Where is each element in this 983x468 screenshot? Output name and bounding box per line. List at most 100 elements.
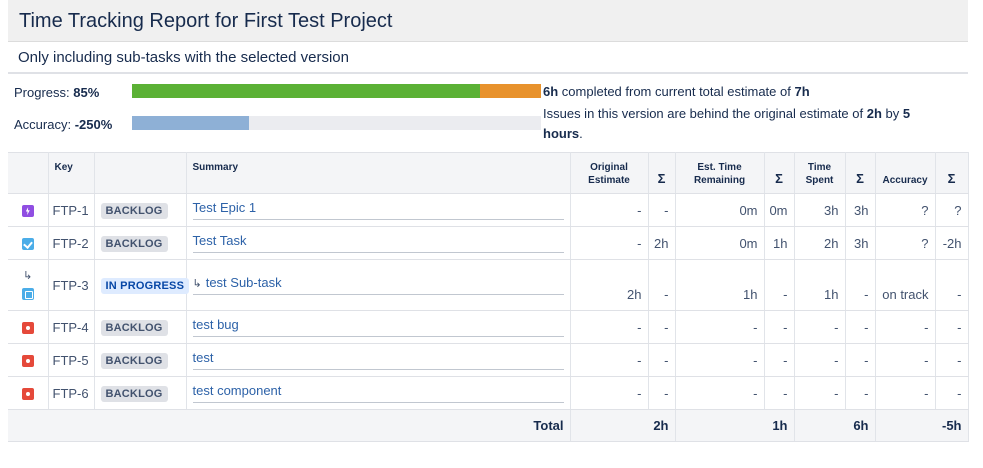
issue-key-link[interactable]: FTP-4 [48,310,95,344]
header-accuracy[interactable]: Accuracy [875,152,936,194]
table-row: FTP-1 BACKLOG Test Epic 1 - - 0m 0m 3h 3… [8,193,969,227]
est-remaining-sum: - [764,343,795,377]
subtask-arrow-icon: ↳ [192,278,202,290]
header-spent-sum: Σ [845,152,876,194]
type-cell [8,193,49,227]
time-tracking-table: Key Summary Original Estimate Σ Est. Time… [8,152,969,442]
progress-summary: 6h completed from current total estimate… [543,82,810,102]
summary-link[interactable]: ↳ test Sub-task [192,275,564,295]
accuracy-segment [132,116,249,130]
time-spent-sum: 3h [845,226,876,260]
time-spent-sum: 3h [845,193,876,227]
progress-value: 85% [73,85,100,100]
header-original-sum: Σ [648,152,676,194]
accuracy-sum: - [935,259,969,311]
table-row: FTP-6 BACKLOG test component - - - - - -… [8,376,969,410]
est-remaining: 1h [675,259,765,311]
accuracy-hours-unit: hours [543,126,580,141]
table-row: FTP-2 BACKLOG Test Task - 2h 0m 1h 2h 3h… [8,226,969,260]
issue-key-link[interactable]: FTP-3 [48,259,95,311]
summary-link[interactable]: test bug [192,317,564,337]
header-est-remaining[interactable]: Est. Time Remaining [675,152,765,194]
status-badge: BACKLOG [100,352,168,369]
original-estimate: - [570,343,649,377]
header-est-sum: Σ [764,152,795,194]
progress-bar [132,84,541,98]
issue-key-link[interactable]: FTP-2 [48,226,95,260]
epic-icon [21,205,34,218]
summary-link[interactable]: Test Task [192,233,564,253]
header-accuracy-sum: Σ [935,152,969,194]
page-title: Time Tracking Report for First Test Proj… [19,10,393,32]
issue-key-link[interactable]: FTP-1 [48,193,95,227]
progress-total-hours: 7h [794,84,810,99]
header-spent-line1: Time [807,162,832,173]
bug-icon [21,322,34,335]
header-summary[interactable]: Summary [186,152,571,194]
total-label: Total [8,409,571,442]
accuracy-sum: - [935,376,969,410]
header-spent-line2: Spent [805,175,834,186]
progress-summary-text: completed from current total estimate of [561,84,791,99]
status-badge: BACKLOG [100,385,168,402]
status-cell: IN PROGRESS [94,259,190,311]
accuracy: ? [875,193,936,227]
type-cell [8,376,49,410]
progress-label: Progress: 85% [14,85,100,100]
accuracy-summary-text: Issues in this version are behind the or… [543,106,864,121]
subtask-icon [21,288,34,301]
accuracy-hours-number: 5 [902,106,911,121]
summary-cell: Test Epic 1 [186,193,571,227]
accuracy-sum: - [935,310,969,344]
issue-key-link[interactable]: FTP-5 [48,343,95,377]
summary-link[interactable]: Test Epic 1 [192,200,564,220]
accuracy-sum: - [935,343,969,377]
time-spent: 1h [794,259,846,311]
est-remaining-sum: - [764,310,795,344]
est-remaining: 0m [675,193,765,227]
time-spent: - [794,343,846,377]
summary-cell: test component [186,376,571,410]
accuracy-by-text: by [885,106,900,121]
est-remaining-sum: - [764,259,795,311]
issue-key-link[interactable]: FTP-6 [48,376,95,410]
table-header-row: Key Summary Original Estimate Σ Est. Time… [8,152,969,194]
summary-text: test Sub-task [205,275,282,290]
summary-link[interactable]: test component [192,383,564,403]
header-original-line1: Original [590,162,628,173]
status-cell: BACKLOG [94,226,187,260]
accuracy-sum: -2h [935,226,969,260]
bug-icon [21,388,34,401]
status-badge: BACKLOG [100,235,168,252]
original-estimate-sum: - [648,310,676,344]
accuracy: - [875,376,936,410]
accuracy-original-estimate: 2h [866,106,882,121]
progress-completed-hours: 6h [543,84,559,99]
time-spent-sum: - [845,310,876,344]
summary-link[interactable]: test [192,350,564,370]
total-time-spent: 6h [794,409,876,442]
header-original-estimate[interactable]: Original Estimate [570,152,649,194]
time-spent: 3h [794,193,846,227]
status-cell: BACKLOG [94,343,187,377]
total-est-remaining: 1h [675,409,795,442]
type-cell [8,310,49,344]
est-remaining: 0m [675,226,765,260]
divider [8,72,968,74]
type-cell [8,226,49,260]
status-badge: BACKLOG [100,319,168,336]
accuracy: on track [875,259,936,311]
accuracy-bar [132,116,541,130]
accuracy: - [875,310,936,344]
status-cell: BACKLOG [94,310,187,344]
task-icon [21,238,34,251]
original-estimate-sum: - [648,193,676,227]
header-type [8,152,49,194]
original-estimate-sum: - [648,376,676,410]
header-time-spent[interactable]: Time Spent [794,152,846,194]
est-remaining-sum: - [764,376,795,410]
est-remaining-sum: 1h [764,226,795,260]
page-subtitle: Only including sub-tasks with the select… [18,49,349,66]
header-key[interactable]: Key [48,152,95,194]
original-estimate: 2h [570,259,649,311]
